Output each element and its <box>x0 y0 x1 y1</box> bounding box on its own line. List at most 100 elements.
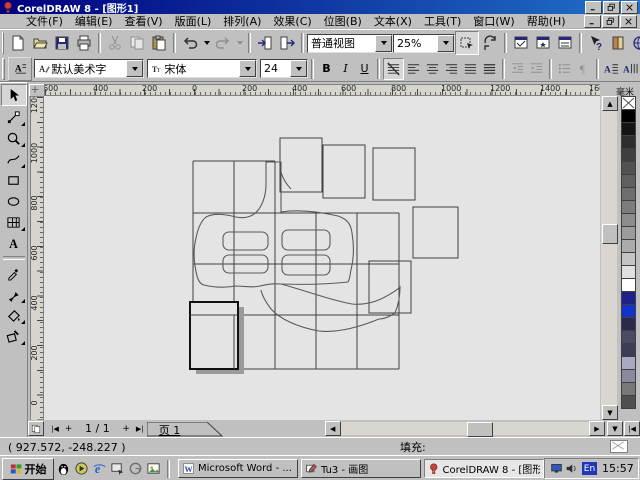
align-none-button[interactable] <box>383 58 404 80</box>
eyedropper-tool[interactable] <box>2 263 26 283</box>
text-properties-button[interactable]: A <box>8 57 32 81</box>
menu-item-2[interactable]: 查看(V) <box>118 13 168 29</box>
pick-tool[interactable] <box>1 84 27 106</box>
menu-item-7[interactable]: 文本(X) <box>368 13 418 29</box>
first-page-button[interactable]: |◀ <box>48 422 62 435</box>
palette-expand-button[interactable]: |◀ <box>624 421 640 436</box>
freehand-tool[interactable] <box>2 149 26 169</box>
scrapbook-button[interactable] <box>607 32 629 54</box>
italic-button[interactable]: I <box>336 59 355 79</box>
save-button[interactable] <box>51 32 73 54</box>
menu-item-8[interactable]: 工具(T) <box>418 13 467 29</box>
ie-shortcut[interactable]: e <box>91 460 108 477</box>
vertical-ruler[interactable]: 120010008006004002000 <box>30 96 44 420</box>
horizontal-scrollbar[interactable] <box>341 422 589 435</box>
color-swatch[interactable] <box>621 304 636 318</box>
add-page-before-button[interactable]: + <box>62 422 75 435</box>
doc-restore-button[interactable] <box>602 15 619 28</box>
open-button[interactable] <box>29 32 51 54</box>
view-mode-dropdown-arrow[interactable] <box>375 35 392 52</box>
align-right-button[interactable] <box>442 59 461 79</box>
vertical-text-button[interactable]: A <box>621 59 640 79</box>
horizontal-scroll-thumb[interactable] <box>467 422 493 437</box>
zoom-tool[interactable] <box>2 128 26 148</box>
text-tool[interactable]: A <box>2 233 26 253</box>
shape-tool[interactable] <box>2 107 26 127</box>
paste-button[interactable] <box>148 32 170 54</box>
qq-shortcut[interactable] <box>55 460 72 477</box>
media-player-shortcut[interactable] <box>73 460 90 477</box>
page-tab[interactable]: 页 1 <box>147 422 229 437</box>
close-button[interactable] <box>621 1 638 14</box>
zoom-level-dropdown[interactable]: 25% <box>393 34 455 53</box>
color-swatch[interactable] <box>621 382 636 396</box>
scroll-down-button[interactable]: ▼ <box>602 405 618 420</box>
font-dropdown[interactable]: TT 宋体 <box>147 59 257 78</box>
docker-view-button[interactable] <box>510 32 532 54</box>
restore-button[interactable] <box>603 1 620 14</box>
menu-item-0[interactable]: 文件(F) <box>20 13 69 29</box>
menu-item-3[interactable]: 版面(L) <box>169 13 218 29</box>
selected-square[interactable] <box>190 302 238 369</box>
color-swatch[interactable] <box>621 148 636 162</box>
ellipse-tool[interactable] <box>2 191 26 211</box>
horizontal-text-button[interactable]: A <box>602 59 621 79</box>
whats-this-button[interactable]: ? <box>585 32 607 54</box>
align-left-button[interactable] <box>404 59 423 79</box>
refresh-button[interactable] <box>479 32 501 54</box>
puzzle-square[interactable] <box>369 261 411 313</box>
style-dropdown-arrow[interactable] <box>126 60 143 77</box>
snap-button[interactable] <box>455 31 479 55</box>
last-page-button[interactable]: ▶| <box>133 422 147 435</box>
show-desktop-shortcut[interactable] <box>109 460 126 477</box>
color-swatch[interactable] <box>621 278 636 292</box>
docker-symbols-button[interactable] <box>532 32 554 54</box>
zoom-dropdown-arrow[interactable] <box>437 35 454 52</box>
color-swatch[interactable] <box>621 239 636 253</box>
docker-scrapbook-button[interactable] <box>554 32 576 54</box>
vertical-scrollbar[interactable]: ▲ ▼ <box>601 96 617 420</box>
horizontal-ruler[interactable]: 60040020002004006008001000120014001600 <box>44 84 600 96</box>
task-button[interactable]: Tu3 - 画图 <box>301 459 421 478</box>
color-swatch[interactable] <box>621 213 636 227</box>
color-swatch[interactable] <box>621 187 636 201</box>
new-button[interactable] <box>7 32 29 54</box>
hscroll-left-button[interactable]: ◀ <box>325 421 341 436</box>
color-swatch[interactable] <box>621 109 636 123</box>
bold-button[interactable]: B <box>317 59 336 79</box>
font-dropdown-arrow[interactable] <box>239 60 256 77</box>
graph-paper-tool[interactable] <box>2 212 26 232</box>
page-sorter-button[interactable] <box>28 421 44 436</box>
color-swatch[interactable] <box>621 161 636 175</box>
toolbar-drag-handle[interactable] <box>2 32 4 54</box>
menu-item-1[interactable]: 编辑(E) <box>69 13 119 29</box>
import-button[interactable] <box>254 32 276 54</box>
export-button[interactable] <box>276 32 298 54</box>
minimize-button[interactable] <box>585 1 602 14</box>
image-app-shortcut[interactable] <box>145 460 162 477</box>
start-button[interactable]: 开始 <box>2 458 54 480</box>
doc-close-button[interactable] <box>620 15 637 28</box>
language-indicator[interactable]: En <box>582 462 597 475</box>
color-swatch[interactable] <box>621 343 636 357</box>
color-swatch[interactable] <box>621 174 636 188</box>
color-swatch[interactable] <box>621 122 636 136</box>
color-swatch[interactable] <box>621 200 636 214</box>
color-swatch[interactable] <box>621 317 636 331</box>
menu-item-10[interactable]: 帮助(H) <box>521 13 572 29</box>
outline-tool[interactable] <box>2 284 26 304</box>
interactive-fill-tool[interactable] <box>2 326 26 346</box>
doc-minimize-button[interactable] <box>584 15 601 28</box>
task-button[interactable]: WMicrosoft Word - ... <box>178 459 298 478</box>
align-center-button[interactable] <box>423 59 442 79</box>
color-swatch[interactable] <box>621 252 636 266</box>
propbar-drag-handle[interactable] <box>2 58 5 80</box>
task-button[interactable]: CorelDRAW 8 - [图形1] <box>424 459 544 478</box>
undo-button[interactable] <box>179 32 201 54</box>
menu-item-6[interactable]: 位图(B) <box>318 13 368 29</box>
rectangle-tool[interactable] <box>2 170 26 190</box>
align-justify-button[interactable] <box>461 59 480 79</box>
menu-item-5[interactable]: 效果(C) <box>267 13 317 29</box>
color-swatch[interactable] <box>621 369 636 383</box>
view-mode-dropdown[interactable]: 普通视图 <box>307 34 393 53</box>
